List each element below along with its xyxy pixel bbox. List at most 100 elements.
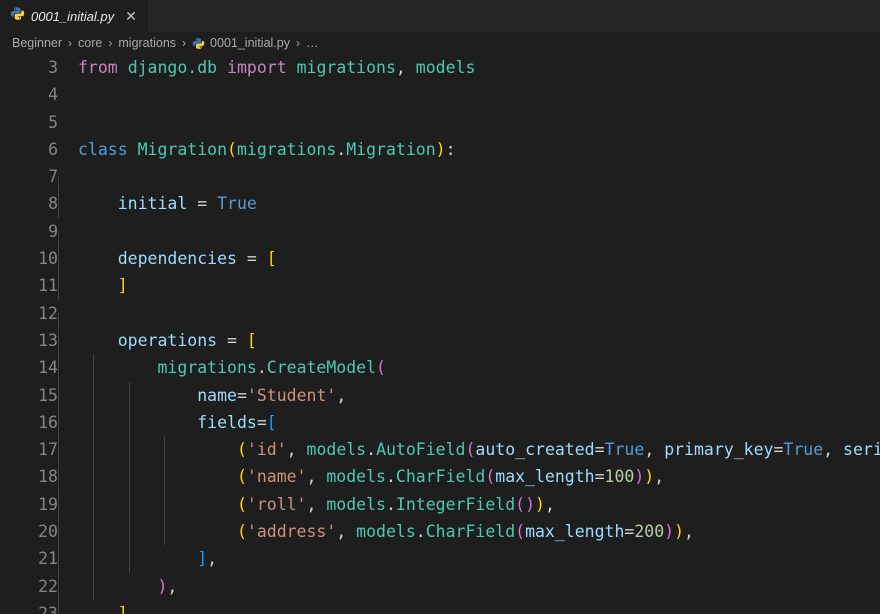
- breadcrumb: Beginner › core › migrations › 0001_initial.py…: [0, 32, 880, 54]
- code-line[interactable]: 22 ),: [0, 572, 880, 600]
- code-token: migrations: [236, 139, 337, 159]
- code-token: .: [385, 494, 396, 514]
- indent-guide: [58, 463, 59, 491]
- code-token: 'address': [246, 522, 337, 542]
- code-token: ]: [117, 603, 128, 614]
- code-token: 'name': [246, 467, 307, 487]
- code-token: ,: [306, 467, 317, 487]
- code-line[interactable]: 3 from django.db import migrations, model…: [0, 54, 880, 81]
- code-line[interactable]: 5: [0, 109, 880, 136]
- code-token: (: [376, 358, 386, 378]
- line-content: migrations.CreateModel(: [58, 354, 880, 382]
- indent-guide: [58, 354, 59, 382]
- code-line[interactable]: 13 operations = [: [0, 326, 880, 355]
- breadcrumb-item-1[interactable]: core: [77, 36, 103, 50]
- indent-guide: [58, 545, 59, 573]
- code-line[interactable]: 6 class Migration(migrations.Migration):: [0, 136, 880, 163]
- code-token: 'roll': [246, 494, 307, 514]
- line-number: 8: [48, 194, 58, 214]
- code-token: =: [594, 440, 605, 460]
- line-number: 15: [38, 385, 58, 405]
- breadcrumb-separator: ›: [295, 36, 300, 50]
- code-token: CreateModel: [266, 358, 377, 378]
- code-token: True: [217, 194, 257, 214]
- breadcrumb-label: migrations: [118, 36, 177, 50]
- code-line[interactable]: 18 ('name', models.CharField(max_length=…: [0, 463, 880, 491]
- code-token: max_length: [525, 522, 625, 542]
- breadcrumb-label: Beginner: [12, 36, 63, 50]
- indent-guide: [58, 572, 59, 600]
- breadcrumb-item-4[interactable]: …: [305, 36, 320, 50]
- code-token: class: [78, 139, 128, 159]
- code-line[interactable]: 10 dependencies = [: [0, 245, 880, 273]
- code-line[interactable]: 9: [0, 218, 880, 259]
- code-token: ): [674, 522, 685, 542]
- code-token: (: [236, 467, 247, 487]
- code-token: ,: [654, 467, 665, 487]
- code-line[interactable]: 7: [0, 163, 880, 205]
- code-token: =: [236, 385, 247, 405]
- code-line[interactable]: 12: [0, 300, 880, 341]
- indent-guide: [58, 490, 59, 519]
- breadcrumb-separator: ›: [182, 36, 187, 50]
- code-editor[interactable]: 3 from django.db import migrations, model…: [0, 54, 880, 614]
- line-number: 12: [38, 303, 58, 323]
- code-token: ): [634, 467, 645, 487]
- code-line[interactable]: 19 ('roll', models.IntegerField()),: [0, 490, 880, 519]
- code-token: .: [366, 440, 377, 460]
- code-token: =: [197, 194, 208, 214]
- indent-guide: [58, 381, 59, 409]
- breadcrumb-item-3[interactable]: 0001_initial.py: [191, 36, 291, 50]
- line-content: fields=[: [58, 408, 880, 437]
- code-token: CharField: [395, 467, 486, 487]
- code-line[interactable]: 14 migrations.CreateModel(: [0, 354, 880, 382]
- code-token: (: [515, 494, 526, 514]
- tab-label: 0001_initial.py: [31, 8, 115, 24]
- code-token: ,: [207, 549, 218, 569]
- code-line[interactable]: 17 ('id', models.AutoField(auto_created=…: [0, 436, 880, 464]
- code-token: .: [415, 522, 426, 542]
- code-line[interactable]: 23 ]: [0, 599, 880, 614]
- close-icon[interactable]: ✕: [122, 7, 140, 26]
- line-number: 9: [48, 221, 58, 241]
- line-content: ('id', models.AutoField(auto_created=Tru…: [58, 436, 880, 464]
- code-token: ,: [336, 385, 347, 405]
- code-token: True: [783, 440, 824, 460]
- indent-guide: [58, 518, 59, 546]
- code-line[interactable]: 11 ]: [0, 272, 880, 300]
- code-line[interactable]: 16 fields=[: [0, 408, 880, 437]
- code-token: models: [326, 467, 386, 487]
- code-token: 'Student': [246, 385, 337, 405]
- code-token: ): [664, 522, 675, 542]
- code-token: ,: [684, 522, 694, 542]
- code-line[interactable]: 21 ],: [0, 545, 880, 573]
- code-line[interactable]: 20 ('address', models.CharField(max_leng…: [0, 518, 880, 546]
- line-number: 7: [48, 167, 58, 187]
- editor-tab-0001-initial-py[interactable]: 0001_initial.py ✕: [0, 0, 149, 32]
- code-token: models: [326, 494, 386, 514]
- breadcrumb-item-0[interactable]: Beginner: [11, 36, 63, 50]
- line-content: ('name', models.CharField(max_length=100…: [58, 463, 880, 491]
- code-line[interactable]: 8 initial = True: [0, 190, 880, 218]
- code-token: CharField: [425, 522, 516, 542]
- line-content: ]: [58, 272, 880, 300]
- indent-guide: [58, 436, 59, 464]
- code-line[interactable]: 15 name='Student',: [0, 381, 880, 409]
- breadcrumb-item-2[interactable]: migrations: [117, 36, 177, 50]
- line-number: 23: [38, 603, 58, 614]
- line-content: class Migration(migrations.Migration):: [58, 136, 880, 163]
- code-line[interactable]: 4: [0, 81, 880, 108]
- code-token: 'id': [246, 440, 287, 460]
- code-token: import: [227, 58, 287, 77]
